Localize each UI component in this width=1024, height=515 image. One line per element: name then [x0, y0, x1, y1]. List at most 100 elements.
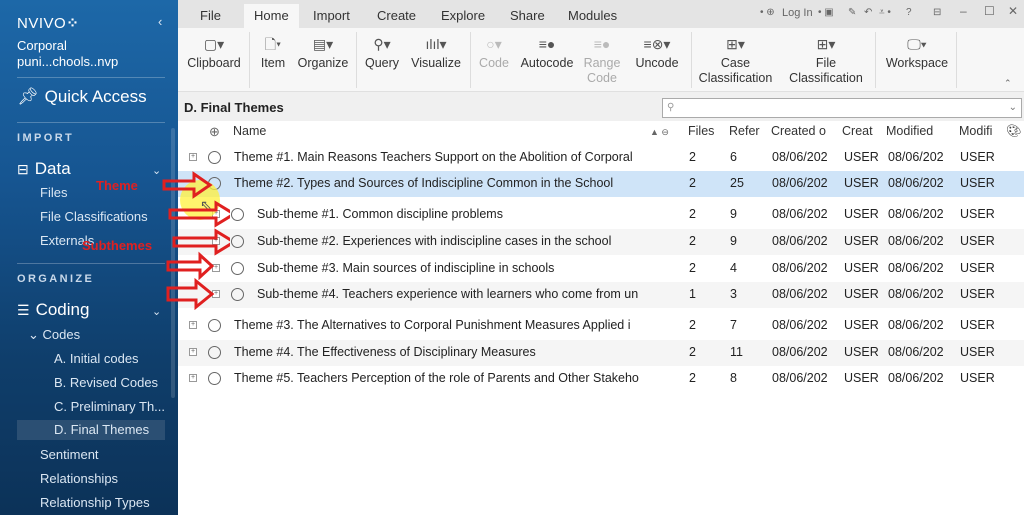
autocode-button[interactable]: ≡● Autocode [517, 32, 577, 71]
sort-ascending-icon[interactable]: ▲ ⊖ [650, 127, 669, 138]
item-button[interactable]: 🗋▾ Item [256, 32, 290, 71]
expand-icon[interactable]: + [212, 290, 220, 298]
undo-icon[interactable]: ↶ [864, 7, 872, 18]
table-row[interactable]: + Theme #5. Teachers Perception of the ro… [178, 366, 1024, 392]
table-row[interactable]: + Sub-theme #4. Teachers experience with … [178, 282, 1024, 308]
references-count: 9 [730, 207, 737, 221]
tab-create[interactable]: Create [367, 4, 426, 28]
sidebar-item-final-themes[interactable]: D. Final Themes [17, 420, 165, 440]
data-icon: ⊟ [17, 160, 29, 177]
sidebar-item-files[interactable]: Files [40, 185, 67, 200]
table-row[interactable]: + Sub-theme #2. Experiences with indiscip… [178, 229, 1024, 255]
workspace-button[interactable]: 🖵▾ Workspace [881, 32, 953, 71]
tab-share[interactable]: Share [500, 4, 555, 28]
modified-on: 08/06/202 [888, 234, 944, 248]
created-by: USER [844, 287, 879, 301]
sidebar-item-file-classifications[interactable]: File Classifications [40, 209, 148, 224]
table-row[interactable]: + Theme #3. The Alternatives to Corporal … [178, 313, 1024, 339]
divider [17, 263, 165, 264]
sidebar-item-preliminary-themes[interactable]: C. Preliminary Th... [54, 399, 165, 414]
code-select-radio[interactable] [231, 262, 244, 275]
range-code-button[interactable]: ≡● Range Code [582, 32, 622, 86]
collapse-ribbon-icon[interactable]: ⌃ [1004, 78, 1012, 89]
case-classification-button[interactable]: ⊞▾ Case Classification [693, 32, 778, 86]
expand-icon[interactable]: + [212, 237, 220, 245]
help-button[interactable]: ? [906, 7, 912, 18]
close-button[interactable]: ✕ [1008, 4, 1018, 18]
maximize-button[interactable]: ☐ [984, 4, 995, 18]
organize-button[interactable]: ▤▾ Organize [294, 32, 352, 71]
modified-on: 08/06/202 [888, 207, 944, 221]
group-coding[interactable]: ☰ Coding [17, 300, 89, 320]
chevron-down-icon[interactable]: ⌄ [1009, 102, 1017, 113]
organize-icon: ▤▾ [312, 36, 334, 52]
code-select-radio[interactable] [208, 346, 221, 359]
column-header-modified-on[interactable]: Modified [886, 124, 933, 138]
color-palette-icon[interactable]: 🎨︎ [1006, 124, 1022, 139]
column-header-created-on[interactable]: Created o [771, 124, 826, 138]
table-row[interactable]: + Theme #4. The Effectiveness of Discipli… [178, 340, 1024, 366]
sidebar-item-relationship-types[interactable]: Relationship Types [40, 495, 150, 510]
column-header-created-by[interactable]: Creat [842, 124, 873, 138]
group-data[interactable]: ⊟ Data [17, 159, 71, 179]
edit-icon[interactable]: ✎ [848, 7, 856, 18]
table-row[interactable]: + Sub-theme #1. Common discipline problem… [178, 202, 1024, 228]
tab-explore[interactable]: Explore [431, 4, 495, 28]
sidebar-item-revised-codes[interactable]: B. Revised Codes [54, 375, 158, 390]
references-count: 3 [730, 287, 737, 301]
expand-icon[interactable]: + [212, 264, 220, 272]
code-select-radio[interactable] [208, 151, 221, 164]
pin-icon: 📌︎ [17, 87, 39, 106]
add-column-icon[interactable]: ⊕ [209, 124, 220, 140]
table-row[interactable]: + Sub-theme #3. Main sources of indiscipl… [178, 256, 1024, 282]
chevron-down-icon[interactable]: ⌄ [152, 305, 161, 318]
file-classification-button[interactable]: ⊞▾ File Classification [783, 32, 869, 86]
account-icon[interactable]: • ⊕ [760, 7, 775, 18]
expand-icon[interactable]: + [189, 348, 197, 356]
minimize-button[interactable]: – [960, 4, 967, 18]
sidebar-item-initial-codes[interactable]: A. Initial codes [54, 351, 139, 366]
visualize-button[interactable]: ılıl▾ Visualize [406, 32, 466, 71]
clipboard-button[interactable]: ▢▾ Clipboard [184, 32, 244, 71]
table-row[interactable]: + Theme #1. Main Reasons Teachers Support… [178, 145, 1024, 171]
nvivo-logo: NVIVO⁘ [17, 15, 80, 32]
column-header-references[interactable]: Refer [729, 124, 760, 138]
divider [691, 32, 692, 88]
tab-home[interactable]: Home [244, 4, 299, 28]
tab-import[interactable]: Import [303, 4, 360, 28]
files-count: 2 [689, 234, 696, 248]
chevron-down-icon[interactable]: ⌄ [152, 164, 161, 177]
search-input[interactable]: ⚲ ⌄ [662, 98, 1022, 118]
sidebar-scrollbar[interactable] [171, 128, 175, 398]
list-view: D. Final Themes ⚲ ⌄ ⊕ Name ▲ ⊖ Files Ref… [178, 92, 1024, 515]
tab-modules[interactable]: Modules [558, 4, 627, 28]
expand-icon[interactable]: + [189, 153, 197, 161]
sidebar-item-codes[interactable]: ⌄ Codes [28, 327, 80, 343]
column-header-modified-by[interactable]: Modifi [959, 124, 992, 138]
tab-file[interactable]: File [190, 4, 231, 28]
expand-icon[interactable]: + [189, 321, 197, 329]
code-button[interactable]: ○▾ Code [476, 32, 512, 71]
uncode-button[interactable]: ≡⊗▾ Uncode [632, 32, 682, 71]
sidebar-item-relationships[interactable]: Relationships [40, 471, 118, 486]
quick-access[interactable]: 📌︎ Quick Access [17, 87, 147, 107]
section-import: IMPORT [17, 132, 75, 144]
column-header-name[interactable]: Name [233, 124, 266, 138]
code-select-radio[interactable] [231, 208, 244, 221]
table-row[interactable]: Theme #2. Types and Sources of Indiscipl… [178, 171, 1024, 197]
expand-icon[interactable]: + [189, 374, 197, 382]
code-name: Sub-theme #2. Experiences with indiscipl… [257, 234, 612, 248]
feedback-icon[interactable]: ⊟ [933, 7, 941, 18]
code-select-radio[interactable] [208, 319, 221, 332]
collapse-sidebar-button[interactable]: ‹ [158, 14, 162, 29]
login-button[interactable]: Log In [782, 7, 813, 19]
column-header-files[interactable]: Files [688, 124, 714, 138]
customize-icon[interactable]: ⩡ • [879, 7, 891, 18]
query-button[interactable]: ⚲▾ Query [362, 32, 402, 71]
sidebar-item-sentiment[interactable]: Sentiment [40, 447, 99, 462]
code-select-radio[interactable] [231, 288, 244, 301]
code-select-radio[interactable] [231, 235, 244, 248]
annotation-theme: Theme [96, 178, 138, 193]
code-select-radio[interactable] [208, 372, 221, 385]
save-icon[interactable]: • ▣ [818, 7, 834, 18]
